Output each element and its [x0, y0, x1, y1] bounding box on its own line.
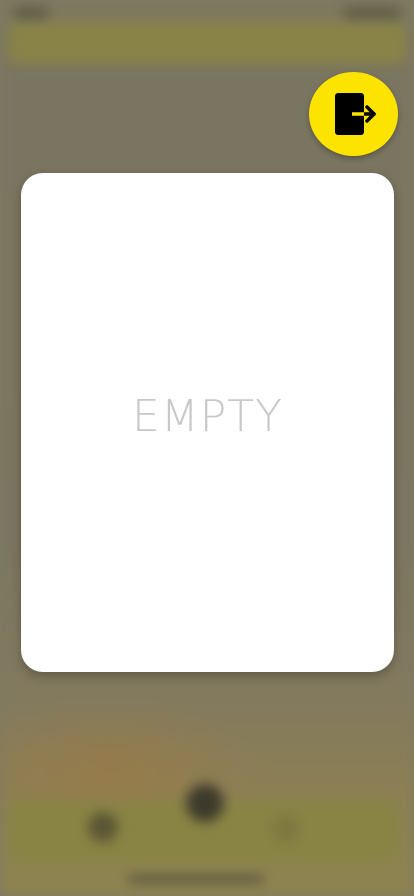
status-time — [14, 7, 48, 19]
background-tab-icon — [88, 812, 118, 842]
logout-icon — [335, 93, 376, 135]
background-tab-icon — [272, 815, 300, 843]
status-indicators — [344, 7, 400, 19]
empty-modal-card: EMPTY — [21, 173, 394, 672]
screen: EMPTY — [0, 0, 414, 896]
background-center-button — [186, 784, 224, 822]
exit-button[interactable] — [309, 72, 398, 156]
background-top-bar — [8, 22, 406, 64]
empty-state-text: EMPTY — [131, 391, 284, 442]
home-indicator — [128, 876, 264, 882]
